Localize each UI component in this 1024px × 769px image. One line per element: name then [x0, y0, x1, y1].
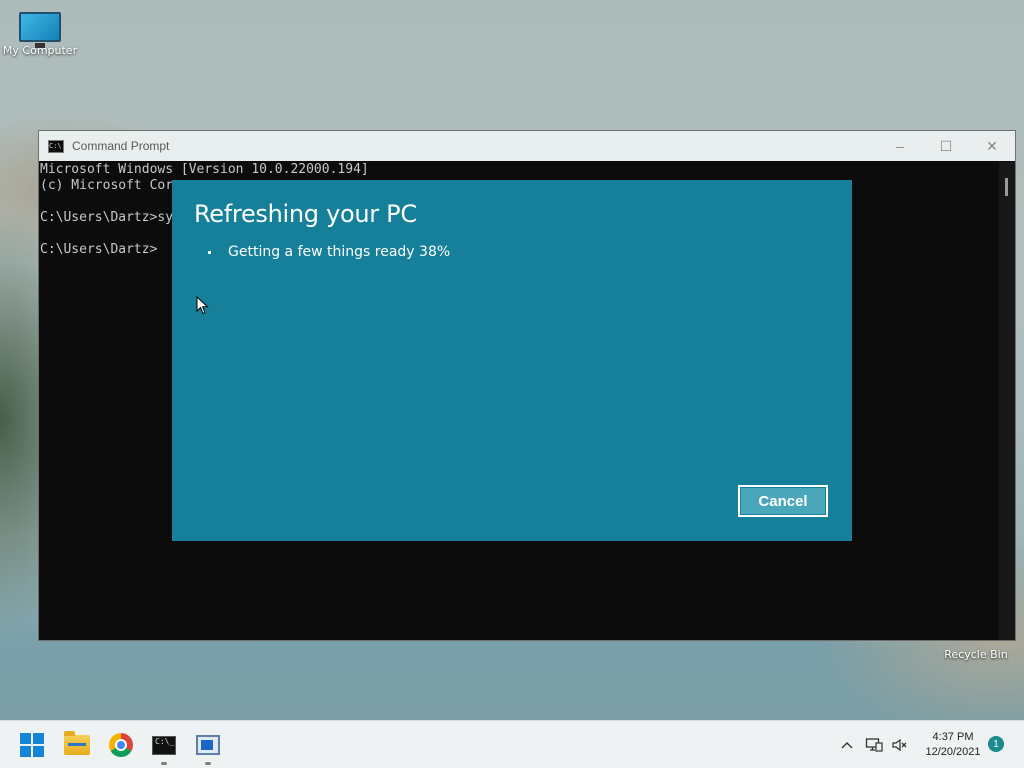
progress-percent: 38%	[419, 244, 451, 260]
close-button[interactable]: ✕	[969, 131, 1015, 161]
network-icon[interactable]	[862, 721, 886, 769]
minimize-button[interactable]: –	[877, 131, 923, 161]
taskbar-chrome[interactable]	[99, 721, 143, 769]
running-indicator	[161, 762, 167, 765]
desktop-icon-recycle-bin[interactable]: Recycle Bin	[940, 646, 1012, 661]
progress-step: Getting a few things ready 38%	[208, 244, 451, 260]
clock-date: 12/20/2021	[925, 746, 981, 758]
step-label: Getting a few things ready	[228, 244, 415, 260]
taskbar-command-prompt[interactable]: C:\_	[142, 721, 186, 769]
terminal-icon: C:\_	[152, 735, 176, 755]
refresh-pc-dialog: Refreshing your PC Getting a few things …	[172, 180, 852, 541]
chrome-icon	[109, 733, 133, 757]
bullet-icon	[208, 251, 211, 254]
cancel-button[interactable]: Cancel	[738, 485, 828, 517]
taskbar-file-explorer[interactable]	[55, 721, 99, 769]
window-app-icon	[196, 735, 220, 755]
desktop-icon-label: Recycle Bin	[944, 648, 1008, 661]
monitor-icon	[19, 12, 61, 48]
running-indicator	[205, 762, 211, 765]
dialog-title: Refreshing your PC	[194, 200, 417, 228]
notification-badge[interactable]: 1	[988, 736, 1004, 752]
show-hidden-icons-chevron-icon[interactable]	[836, 721, 858, 769]
taskbar-app[interactable]	[186, 721, 230, 769]
mouse-cursor-icon	[196, 296, 209, 315]
volume-muted-icon[interactable]	[888, 721, 912, 769]
system-clock[interactable]: 4:37 PM 12/20/2021	[914, 730, 992, 760]
scrollbar-thumb[interactable]	[1005, 178, 1008, 196]
start-button[interactable]	[10, 721, 54, 769]
cmd-app-icon: C:\	[48, 139, 64, 153]
folder-icon	[64, 731, 90, 755]
console-line: Microsoft Windows [Version 10.0.22000.19…	[40, 162, 369, 177]
taskbar: C:\_ 4:37 PM 12/20/2021	[0, 720, 1024, 768]
desktop-icon-my-computer[interactable]: My Computer	[0, 8, 80, 57]
clock-time: 4:37 PM	[932, 731, 974, 743]
maximize-button[interactable]: ☐	[923, 131, 969, 161]
windows-logo-icon	[20, 733, 44, 757]
window-title: Command Prompt	[72, 139, 170, 153]
window-title-bar[interactable]: C:\ Command Prompt – ☐ ✕	[39, 131, 1015, 161]
scrollbar[interactable]	[999, 162, 1015, 640]
